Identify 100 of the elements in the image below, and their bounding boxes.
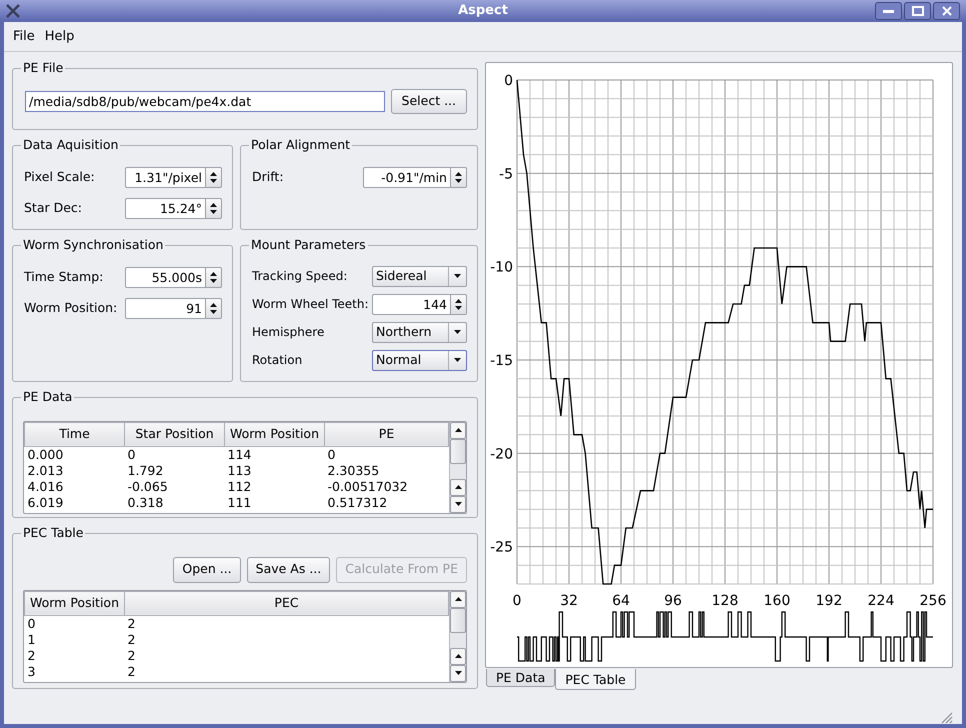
table-cell-text: 2.30355 bbox=[326, 462, 380, 479]
field-label: Drift: bbox=[252, 168, 284, 186]
field-label: Rotation bbox=[252, 352, 302, 370]
tick-label: -15 bbox=[490, 353, 513, 369]
table-cell-text: -0.065 bbox=[126, 478, 169, 495]
spin-field[interactable]: -0.91"/min bbox=[363, 166, 451, 188]
spin-buttons[interactable] bbox=[206, 198, 222, 219]
close-button[interactable] bbox=[933, 2, 960, 20]
field-label: Time Stamp: bbox=[24, 268, 104, 286]
table-cell: 0 bbox=[24, 615, 124, 632]
minimize-button[interactable] bbox=[875, 2, 902, 20]
table-cell-text: 112 bbox=[226, 478, 252, 495]
tick-label: 256 bbox=[920, 593, 946, 609]
tick-label: -10 bbox=[490, 260, 513, 276]
field-label: Worm Position: bbox=[24, 298, 118, 317]
tick-label: 96 bbox=[664, 593, 682, 609]
column-header[interactable]: PE bbox=[324, 422, 448, 446]
field-label: Worm Wheel Teeth: bbox=[252, 296, 369, 314]
scrollbar[interactable] bbox=[449, 422, 466, 513]
up-arrow-icon bbox=[454, 428, 462, 432]
tab[interactable]: PEC Table bbox=[555, 669, 636, 690]
tick-label: 0 bbox=[512, 593, 522, 609]
down-arrow-icon bbox=[454, 502, 462, 506]
down-arrow-icon bbox=[210, 310, 217, 314]
caret-icon bbox=[454, 358, 461, 362]
spin-field[interactable]: 1.31"/pixel bbox=[125, 166, 206, 188]
column-header[interactable]: Star Position bbox=[124, 422, 224, 446]
tick-label: -5 bbox=[499, 166, 513, 182]
table-cell: 114 bbox=[224, 446, 324, 463]
field-label: Tracking Speed: bbox=[252, 268, 348, 286]
scrollbar[interactable] bbox=[449, 590, 466, 682]
group-title: PE File bbox=[22, 59, 64, 77]
tick-label: 0 bbox=[504, 73, 513, 89]
maximize-icon bbox=[912, 6, 924, 16]
spin-buttons[interactable] bbox=[206, 166, 222, 188]
combo-box[interactable]: Normal bbox=[372, 350, 467, 371]
table-cell-text: 0.517312 bbox=[326, 494, 388, 511]
window-title: Aspect bbox=[458, 2, 508, 20]
spin-buttons[interactable] bbox=[451, 294, 467, 315]
table-cell: 2 bbox=[124, 615, 448, 632]
up-arrow-icon bbox=[454, 597, 462, 602]
spin-field[interactable]: 91 bbox=[125, 298, 206, 319]
tick-label: -25 bbox=[490, 540, 513, 556]
menu-item[interactable]: File bbox=[8, 24, 40, 48]
table-cell-text: 2.013 bbox=[26, 462, 64, 479]
spin-field[interactable]: 15.24° bbox=[125, 198, 206, 219]
table-cell-text: 1.792 bbox=[126, 462, 164, 479]
tick-label: -20 bbox=[490, 446, 513, 462]
group-title: PEC Table bbox=[22, 524, 84, 542]
spin-buttons[interactable] bbox=[206, 266, 222, 288]
spin-buttons[interactable] bbox=[206, 298, 222, 319]
table-cell-text: 6.019 bbox=[26, 494, 64, 511]
up-arrow-icon bbox=[210, 202, 217, 206]
column-header[interactable]: Time bbox=[24, 422, 124, 446]
combo-box[interactable]: Northern bbox=[372, 322, 467, 343]
tab[interactable]: PE Data bbox=[486, 669, 556, 687]
tick-label: 192 bbox=[816, 593, 842, 609]
table-cell: 0 bbox=[324, 446, 448, 463]
toolbar-button[interactable]: Open ... bbox=[173, 556, 241, 583]
tick-label: 64 bbox=[612, 593, 630, 609]
down-arrow-icon bbox=[210, 210, 217, 214]
up-arrow-icon bbox=[455, 298, 462, 302]
app-icon bbox=[6, 4, 20, 18]
group-title: Mount Parameters bbox=[250, 236, 367, 254]
field-label: Hemisphere bbox=[252, 324, 324, 342]
menu-item[interactable]: Help bbox=[40, 24, 80, 48]
scroll-thumb[interactable] bbox=[450, 608, 466, 633]
up-arrow-icon bbox=[455, 172, 462, 176]
column-header[interactable]: Worm Position bbox=[24, 591, 124, 616]
column-header[interactable]: Worm Position bbox=[224, 422, 324, 446]
table-cell-text: 4.016 bbox=[26, 478, 64, 495]
table-cell-text: 0.318 bbox=[126, 494, 164, 511]
spin-buttons[interactable] bbox=[451, 166, 467, 188]
table-cell-text: -0.00517032 bbox=[326, 478, 409, 495]
table-cell: 0.000 bbox=[24, 446, 124, 463]
toolbar-button[interactable]: Save As ... bbox=[246, 556, 330, 583]
table-cell-text: 2 bbox=[126, 664, 136, 680]
group-title: Polar Alignment bbox=[250, 136, 352, 154]
table-cell-text: 1 bbox=[26, 632, 36, 648]
group-title: Data Aquisition bbox=[22, 136, 120, 154]
column-header[interactable]: PEC bbox=[124, 591, 448, 616]
spin-field[interactable]: 144 bbox=[372, 294, 451, 315]
select-button[interactable]: Select ... bbox=[390, 88, 467, 114]
field-label: Star Dec: bbox=[24, 198, 82, 217]
spin-field[interactable]: 55.000s bbox=[125, 266, 206, 288]
down-arrow-icon bbox=[210, 179, 217, 183]
caret-icon bbox=[454, 274, 461, 278]
scroll-thumb[interactable] bbox=[450, 438, 466, 464]
combo-box[interactable]: Sidereal bbox=[372, 266, 467, 287]
table-cell-text: 113 bbox=[226, 462, 252, 479]
caret-icon bbox=[454, 330, 461, 334]
resize-grip-icon[interactable] bbox=[941, 712, 953, 724]
down-arrow-icon bbox=[210, 279, 217, 283]
up-arrow-icon bbox=[210, 172, 217, 176]
path-field[interactable]: /media/sdb8/pub/webcam/pe4x.dat bbox=[25, 90, 385, 112]
tick-label: 224 bbox=[868, 593, 894, 609]
maximize-button[interactable] bbox=[904, 2, 931, 20]
table-cell-text: 2 bbox=[26, 648, 36, 664]
down-arrow-icon bbox=[454, 671, 462, 676]
table-cell-text: 2 bbox=[126, 648, 136, 664]
